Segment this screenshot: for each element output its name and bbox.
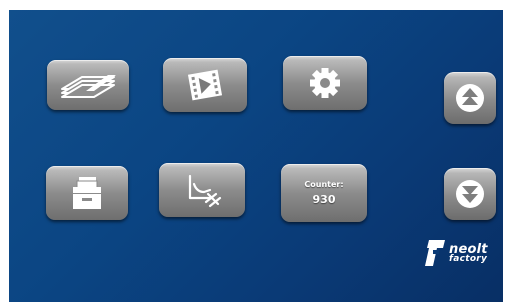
slicer-tool-button[interactable] [159, 163, 245, 217]
arrow-down-icon [456, 180, 484, 208]
counter-value: 930 [312, 193, 336, 206]
scroll-up-button[interactable] [444, 72, 496, 124]
documents-button[interactable] [47, 60, 129, 110]
film-play-icon [187, 69, 223, 101]
settings-button[interactable] [283, 56, 367, 110]
scroll-down-button[interactable] [444, 168, 496, 220]
slicer-tool-icon [188, 174, 222, 208]
stacked-papers-icon [61, 75, 116, 98]
arrow-up-icon [456, 84, 484, 112]
logo-text-factory: factory [449, 253, 488, 264]
hmi-screen: Counter: 930 neolt factory [9, 10, 503, 302]
neolt-factory-logo: neolt factory [423, 234, 503, 272]
counter-display: Counter: 930 [281, 164, 367, 222]
media-button[interactable] [163, 58, 247, 112]
file-drawer-icon [73, 177, 101, 209]
archive-button[interactable] [46, 166, 128, 220]
gear-icon [310, 68, 340, 98]
counter-label: Counter: [304, 180, 344, 189]
neolt-logo-mark [425, 240, 445, 266]
